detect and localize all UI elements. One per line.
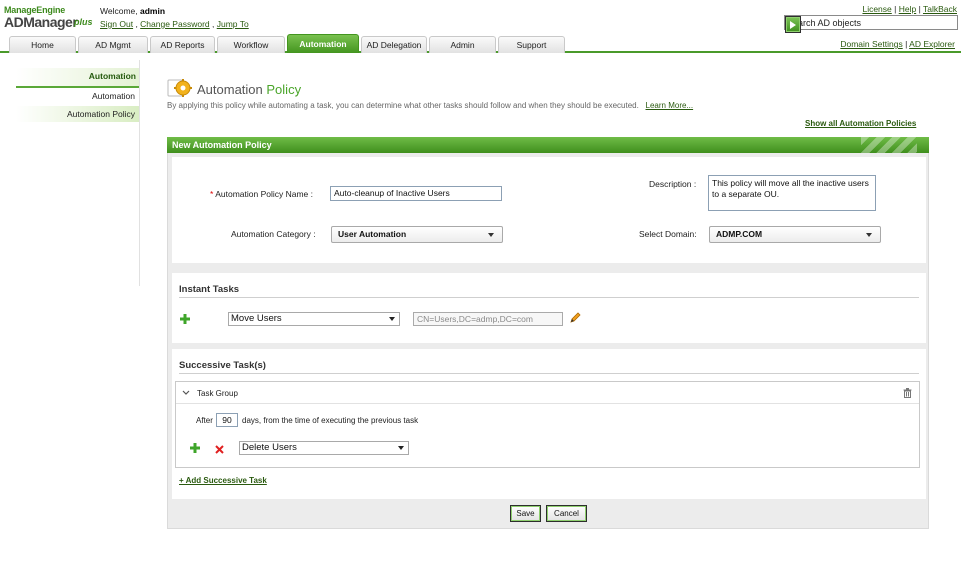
user-links: Sign Out , Change Password , Jump To <box>100 19 249 29</box>
target-container-field[interactable]: CN=Users,DC=admp,DC=com <box>413 312 563 326</box>
days-input[interactable]: 90 <box>216 413 238 427</box>
save-button[interactable]: Save <box>510 505 541 522</box>
main-tab-bar: Home AD Mgmt AD Reports Workflow Automat… <box>0 34 961 53</box>
domain-label: Select Domain: <box>639 229 697 239</box>
chevron-down-icon <box>398 446 404 450</box>
cancel-button[interactable]: Cancel <box>546 505 587 522</box>
help-link[interactable]: Help <box>899 4 916 14</box>
policy-name-label: * Automation Policy Name : <box>210 189 314 199</box>
sidebar: Automation Automation Automation Policy <box>16 60 140 286</box>
sidebar-item-automation-policy[interactable]: Automation Policy <box>16 106 139 122</box>
divider <box>179 297 919 298</box>
divider <box>176 403 919 404</box>
after-label: After <box>196 416 213 425</box>
successive-task-select[interactable]: Delete Users <box>239 441 409 455</box>
chevron-down-icon[interactable] <box>182 390 190 396</box>
welcome-label: Welcome, <box>100 6 138 16</box>
app-logo: ManageEngine ADManager plus <box>4 5 96 35</box>
sign-out-link[interactable]: Sign Out <box>100 19 133 29</box>
page-title: Automation Policy <box>197 82 301 97</box>
panel-header: New Automation Policy <box>167 137 929 153</box>
tab-ad-delegation[interactable]: AD Delegation <box>361 36 427 53</box>
tab-ad-reports[interactable]: AD Reports <box>150 36 215 53</box>
policy-name-input[interactable]: Auto-cleanup of Inactive Users <box>330 186 502 201</box>
category-select-value: User Automation <box>338 229 407 239</box>
policy-name-label-text: Automation Policy Name : <box>215 189 314 199</box>
chevron-down-icon <box>488 233 494 237</box>
page-title-prefix: Automation <box>197 82 263 97</box>
domain-select[interactable]: ADMP.COM <box>709 226 881 243</box>
trash-icon[interactable] <box>903 388 912 398</box>
talkback-link[interactable]: TalkBack <box>923 4 957 14</box>
logo-plus: plus <box>74 17 93 27</box>
task-group-label: Task Group <box>197 389 238 398</box>
instant-tasks-box <box>172 273 926 343</box>
divider <box>179 373 919 374</box>
chevron-down-icon <box>389 317 395 321</box>
username: admin <box>140 6 166 16</box>
license-link[interactable]: License <box>862 4 891 14</box>
instant-tasks-title: Instant Tasks <box>179 284 240 295</box>
tab-ad-mgmt[interactable]: AD Mgmt <box>78 36 148 53</box>
arrow-right-icon <box>790 20 796 29</box>
sidebar-item-automation[interactable]: Automation <box>16 88 139 104</box>
welcome-text: Welcome, admin <box>100 6 165 16</box>
instant-task-select[interactable]: Move Users <box>228 312 400 326</box>
description-label: Description : <box>649 179 697 189</box>
search-input[interactable]: Search AD objects <box>785 16 957 29</box>
chevron-down-icon <box>866 233 872 237</box>
instant-task-value: Move Users <box>231 313 282 324</box>
domain-select-value: ADMP.COM <box>716 229 763 239</box>
page-title-suffix: Policy <box>266 82 302 97</box>
jump-to-link[interactable]: Jump To <box>217 19 249 29</box>
edit-pencil-icon[interactable] <box>569 312 581 324</box>
learn-more-link[interactable]: Learn More... <box>646 101 694 110</box>
top-right-links: License | Help | TalkBack <box>862 4 957 14</box>
add-successive-task-link[interactable]: + Add Successive Task <box>179 476 267 485</box>
remove-icon[interactable] <box>215 445 224 454</box>
search-box: Search AD objects <box>784 15 958 33</box>
add-icon[interactable] <box>190 443 200 453</box>
tab-workflow[interactable]: Workflow <box>217 36 285 53</box>
add-icon[interactable] <box>180 314 190 324</box>
sidebar-heading: Automation <box>16 68 139 88</box>
tab-automation[interactable]: Automation <box>287 34 359 53</box>
category-select[interactable]: User Automation <box>331 226 503 243</box>
page-description: By applying this policy while automating… <box>167 101 693 110</box>
description-textarea[interactable]: This policy will move all the inactive u… <box>708 175 876 211</box>
category-label: Automation Category : <box>231 229 316 239</box>
tab-support[interactable]: Support <box>498 36 565 53</box>
domain-settings-link[interactable]: Domain Settings <box>840 39 902 49</box>
tab-home[interactable]: Home <box>9 36 76 53</box>
change-password-link[interactable]: Change Password <box>140 19 209 29</box>
search-go-button[interactable] <box>785 16 801 33</box>
page-description-text: By applying this policy while automating… <box>167 101 639 110</box>
automation-gear-icon <box>167 79 192 97</box>
tab-admin[interactable]: Admin <box>429 36 496 53</box>
header-stripes <box>861 137 917 153</box>
successive-task-value: Delete Users <box>242 442 297 453</box>
panel-title: New Automation Policy <box>172 140 272 150</box>
ad-explorer-link[interactable]: AD Explorer <box>909 39 955 49</box>
successive-tasks-title: Successive Task(s) <box>179 360 266 371</box>
bar-links: Domain Settings | AD Explorer <box>840 39 955 49</box>
show-all-policies-link[interactable]: Show all Automation Policies <box>805 119 916 128</box>
days-suffix-label: days, from the time of executing the pre… <box>242 416 419 425</box>
